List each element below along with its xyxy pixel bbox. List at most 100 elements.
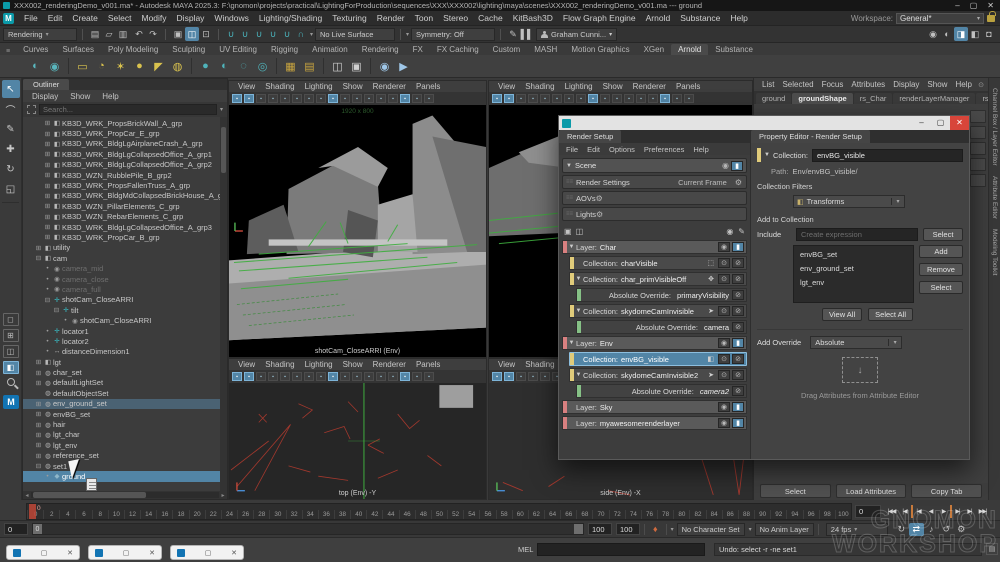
outliner-item[interactable]: ⊞◍char_set — [23, 367, 227, 377]
menu-item[interactable]: Texturing — [327, 13, 372, 23]
sidebar-tab[interactable]: Attribute Editor — [991, 176, 998, 219]
play-backwards-icon[interactable]: ◀ — [924, 505, 937, 518]
two-pane-layout-icon[interactable]: ◫ — [3, 345, 19, 358]
outliner-item[interactable]: ⊞◍reference_set — [23, 451, 227, 461]
grid-icon[interactable]: ▪ — [304, 94, 314, 103]
outliner-tab[interactable]: Outliner — [23, 79, 69, 90]
render-sequence-icon[interactable]: ▣ — [347, 57, 366, 76]
menu-item[interactable]: Help — [97, 92, 123, 101]
chevron-down-icon[interactable]: ▼ — [567, 244, 576, 250]
menu-item[interactable]: Options — [605, 145, 639, 154]
expander-icon[interactable]: ⊞ — [43, 223, 52, 231]
visibility-icon[interactable]: ◉ — [718, 418, 730, 428]
directional-light-icon[interactable]: ✶ — [111, 57, 130, 76]
image-plane-icon[interactable]: ▪ — [516, 372, 526, 381]
chevron-down-icon[interactable]: ▼ — [764, 152, 770, 158]
menu-item[interactable]: Show — [338, 82, 368, 91]
visibility-icon[interactable]: ◉ — [718, 402, 730, 412]
render-setup-titlebar[interactable]: – ▢ ✕ — [559, 116, 969, 130]
current-frame-marker[interactable]: 0 — [29, 504, 36, 519]
chevron-down-icon[interactable]: ▾ — [671, 526, 674, 533]
maximize-icon[interactable]: ▢ — [970, 1, 978, 10]
renderable-icon[interactable]: ▮ — [732, 418, 744, 428]
gate-mask-icon[interactable]: ▪ — [340, 372, 350, 381]
textured-icon[interactable]: ▪ — [412, 94, 422, 103]
wireframe-sphere-icon[interactable]: ◌ — [234, 57, 253, 76]
outliner-item[interactable]: ⊟✛tilt — [23, 305, 227, 315]
range-slider[interactable]: 0 — [32, 523, 584, 535]
outliner-item[interactable]: •◉shotCam_CloseARRI — [23, 315, 227, 325]
clapperboard-icon[interactable]: ◫ — [328, 57, 347, 76]
shelf-tab[interactable]: Curves — [16, 44, 55, 55]
search-input[interactable] — [39, 104, 217, 115]
disable-icon[interactable]: ⊘ — [732, 322, 744, 332]
make-live-icon[interactable]: ∩ — [294, 27, 308, 41]
shaded-sphere-icon[interactable]: ● — [196, 57, 215, 76]
outliner-item[interactable]: ⊟◍set1 — [23, 461, 227, 471]
timeline-tick[interactable]: 90 — [754, 510, 770, 519]
expander-icon[interactable]: ⊞ — [34, 452, 43, 460]
minimized-window-2[interactable]: ▢✕ — [88, 545, 162, 560]
select-object-icon[interactable]: ◫ — [185, 27, 199, 41]
override-row[interactable]: Absolute Override:primaryVisibility⊘ — [576, 288, 747, 302]
field-chart-icon[interactable]: ▪ — [352, 372, 362, 381]
menu-item[interactable]: Attributes — [847, 80, 889, 89]
snap-plane-icon[interactable]: ∪ — [266, 27, 280, 41]
bookmark-icon[interactable]: ▪ — [504, 94, 514, 103]
outliner-item[interactable]: ⊞◧KB3D_WRK_BldgLgAirplaneCrash_A_grp — [23, 139, 227, 149]
shelf-tab[interactable]: Surfaces — [55, 44, 101, 55]
camera-attrs-icon[interactable]: ▪ — [232, 94, 242, 103]
safe-title-icon[interactable]: ▪ — [636, 94, 646, 103]
gear-icon[interactable]: ⚙ — [596, 210, 607, 219]
wireframe-icon[interactable]: ▪ — [648, 94, 658, 103]
enable-icon[interactable]: ⊙ — [718, 258, 730, 268]
grid-icon[interactable]: ▪ — [304, 372, 314, 381]
gate-mask-icon[interactable]: ▪ — [600, 94, 610, 103]
pin-icon[interactable]: ⊙ — [978, 81, 984, 89]
timeline-tick[interactable]: 80 — [673, 510, 689, 519]
shelf-tab[interactable]: Animation — [305, 44, 355, 55]
close-icon[interactable]: ✕ — [67, 549, 73, 557]
image-plane-icon[interactable]: ▪ — [516, 94, 526, 103]
render-setup-tab[interactable]: Render Setup — [559, 130, 621, 143]
menu-item[interactable]: Cache — [473, 13, 508, 23]
timeline-tick[interactable]: 98 — [819, 510, 835, 519]
menu-item[interactable]: Lighting — [300, 82, 338, 91]
step-back-key-icon[interactable]: |◀ — [911, 505, 924, 518]
enable-icon[interactable]: ⊙ — [718, 354, 730, 364]
timeline-tick[interactable]: 88 — [738, 510, 754, 519]
menu-item[interactable]: Renderer — [628, 82, 671, 91]
menu-item[interactable]: Display — [172, 13, 210, 23]
isolate-icon[interactable]: ⊘ — [732, 258, 744, 268]
range-end-field[interactable] — [588, 523, 612, 535]
shelf-tab[interactable]: FX Caching — [430, 44, 486, 55]
timeline-tick[interactable]: 32 — [286, 510, 302, 519]
chevron-down-icon[interactable]: ▼ — [567, 340, 576, 346]
layer-row[interactable]: Layer:myawesomerenderlayer◉▮ — [562, 416, 747, 430]
oversan-icon[interactable]: ▪ — [280, 372, 290, 381]
render-view-icon[interactable]: ◉ — [45, 57, 64, 76]
time-slider[interactable]: 0246810121416182022242628303234363840424… — [26, 503, 852, 520]
expander-icon[interactable]: ⊟ — [34, 462, 43, 470]
oversan-icon[interactable]: ▪ — [280, 94, 290, 103]
outliner-item[interactable]: •◉camera_full — [23, 284, 227, 294]
outliner-item[interactable]: ⊞◍lgt_char — [23, 430, 227, 440]
timeline-tick[interactable]: 2 — [43, 510, 59, 519]
collection-row[interactable]: Collection:envBG_visible◧⊙⊘ — [569, 352, 747, 366]
render-setup-section[interactable]: ≡≡AOVs⚙ — [562, 191, 747, 205]
snap-view-icon[interactable]: ∪ — [280, 27, 294, 41]
menu-item[interactable]: Help — [951, 80, 975, 89]
menu-item[interactable]: Arnold — [641, 13, 676, 23]
expander-icon[interactable]: ⊞ — [43, 202, 52, 210]
shelf-tab[interactable]: MASH — [527, 44, 564, 55]
point-light-icon[interactable]: ● — [130, 57, 149, 76]
menu-item[interactable]: Lighting — [560, 82, 598, 91]
timeline-tick[interactable]: 46 — [399, 510, 415, 519]
menu-item[interactable]: Display — [27, 92, 63, 101]
shelf-tab[interactable]: XGen — [637, 44, 671, 55]
outliner-item[interactable]: ⊞◧KB3D_WRK_PropCar_E_grp — [23, 128, 227, 138]
outliner-item[interactable]: ⊟◧cam — [23, 253, 227, 263]
render-setup-section[interactable]: ≡≡Lights⚙ — [562, 207, 747, 221]
playback-loop-icon[interactable]: ↻ — [894, 523, 909, 536]
menu-item[interactable]: View — [233, 82, 260, 91]
